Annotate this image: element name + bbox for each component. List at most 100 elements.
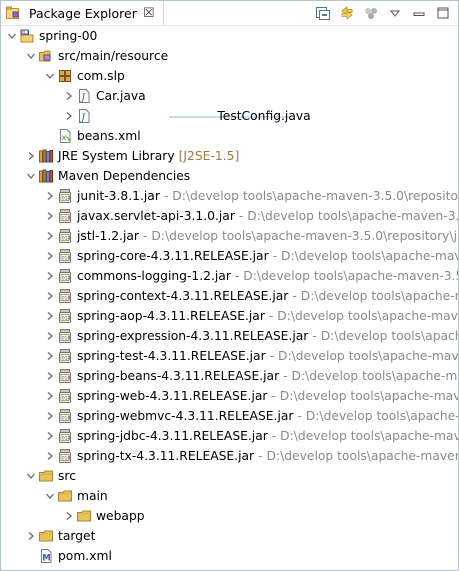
tree-item-decoration: - D:\develop tools\apache-mave: [271, 429, 459, 443]
expanded-chevron-icon[interactable]: [43, 486, 57, 506]
project-tree: M Jspring-00 src/main/resource com.slp J Car.…: [1, 26, 458, 570]
view-menu-icon[interactable]: [386, 4, 404, 22]
tree-item-label: spring-webmvc-4.3.11.RELEASE.jar: [77, 409, 294, 423]
maven-project-icon: MJ: [19, 28, 35, 44]
jar-icon: 010: [57, 388, 73, 404]
tree-item[interactable]: Mpom.xml: [1, 546, 458, 566]
tree-item[interactable]: 010 junit-3.8.1.jar - D:\develop tools\apa…: [1, 186, 458, 206]
tree-item[interactable]: J Car.java: [1, 86, 458, 106]
collapsed-chevron-icon[interactable]: [62, 506, 76, 526]
collapsed-chevron-icon[interactable]: [43, 226, 57, 246]
tree-item-label: spring-expression-4.3.11.RELEASE.jar: [77, 329, 309, 343]
tree-item-label: TestConfig.java: [217, 109, 311, 123]
tree-item-label: spring-00: [39, 29, 98, 43]
jar-icon: 010: [57, 428, 73, 444]
tree-item[interactable]: main: [1, 486, 458, 506]
collapsed-chevron-icon[interactable]: [43, 206, 57, 226]
tree-item[interactable]: 010 spring-aop-4.3.11.RELEASE.jar - D:\dev…: [1, 306, 458, 326]
tree-item[interactable]: 010 commons-logging-1.2.jar - D:\develop t…: [1, 266, 458, 286]
tree-item-decoration: - D:\develop tools\apache-m: [292, 289, 459, 303]
folder-icon: [38, 468, 54, 484]
collapsed-chevron-icon[interactable]: [62, 106, 76, 126]
tree-item[interactable]: 010 spring-core-4.3.11.RELEASE.jar - D:\de…: [1, 246, 458, 266]
tree-item-label: pom.xml: [58, 549, 112, 563]
tree-item-label: Maven Dependencies: [58, 169, 191, 183]
collapsed-chevron-icon[interactable]: [24, 526, 38, 546]
collapsed-chevron-icon[interactable]: [43, 246, 57, 266]
collapsed-chevron-icon[interactable]: [43, 306, 57, 326]
close-icon[interactable]: ☒: [143, 6, 155, 21]
jar-icon: 010: [57, 288, 73, 304]
tree-item-label: spring-tx-4.3.11.RELEASE.jar: [77, 449, 255, 463]
tree-item[interactable]: com.slp: [1, 66, 458, 86]
tree-item[interactable]: M J spring-00: [1, 26, 458, 46]
collapsed-chevron-icon[interactable]: [62, 86, 76, 106]
tree-item-label: spring-test-4.3.11.RELEASE.jar: [77, 349, 266, 363]
svg-text:010: 010: [62, 336, 71, 342]
tree-item[interactable]: JRE System Library [J2SE-1.5]: [1, 146, 458, 166]
jar-icon: 010: [57, 268, 73, 284]
tree-item[interactable]: 010 jstl-1.2.jar - D:\develop tools\apache…: [1, 226, 458, 246]
expanded-chevron-icon[interactable]: [24, 466, 38, 486]
tree-item[interactable]: 010 spring-test-4.3.11.RELEASE.jar - D:\de…: [1, 346, 458, 366]
tree-item[interactable]: Maven Dependencies: [1, 166, 458, 186]
svg-text:010: 010: [62, 216, 71, 222]
collapsed-chevron-icon[interactable]: [43, 346, 57, 366]
collapsed-chevron-icon[interactable]: [43, 426, 57, 446]
tree-item[interactable]: target: [1, 526, 458, 546]
tree-item[interactable]: 010 spring-context-4.3.11.RELEASE.jar - D:…: [1, 286, 458, 306]
collapsed-chevron-icon[interactable]: [43, 406, 57, 426]
expanded-chevron-icon[interactable]: [43, 66, 57, 86]
tree-item-label: target: [58, 529, 96, 543]
expanded-chevron-icon[interactable]: [24, 46, 38, 66]
tree-item-decoration: - D:\develop tools\apache-maven-3.5.0\re…: [142, 229, 459, 243]
collapsed-chevron-icon[interactable]: [24, 146, 38, 166]
tree-item[interactable]: 010 spring-tx-4.3.11.RELEASE.jar - D:\deve…: [1, 446, 458, 466]
link-with-editor-icon[interactable]: [338, 4, 356, 22]
collapsed-chevron-icon[interactable]: [43, 446, 57, 466]
svg-text:M: M: [42, 553, 50, 563]
tree-item-label: commons-logging-1.2.jar: [77, 269, 231, 283]
collapsed-chevron-icon[interactable]: [43, 366, 57, 386]
tree-item[interactable]: 010 spring-jdbc-4.3.11.RELEASE.jar - D:\de…: [1, 426, 458, 446]
tree-item[interactable]: src: [1, 466, 458, 486]
focus-icon[interactable]: [362, 4, 380, 22]
maximize-icon[interactable]: [434, 4, 452, 22]
svg-text:010: 010: [62, 376, 71, 382]
tree-item[interactable]: 010 spring-web-4.3.11.RELEASE.jar - D:\dev…: [1, 386, 458, 406]
minimize-icon[interactable]: [410, 4, 428, 22]
tree-item[interactable]: 010 javax.servlet-api-3.1.0.jar - D:\devel…: [1, 206, 458, 226]
tree-item[interactable]: src/main/resource: [1, 46, 458, 66]
tree-item-decoration: - D:\develop tools\apache-maven-3.5: [234, 269, 459, 283]
tree-item[interactable]: webapp: [1, 506, 458, 526]
tree-item[interactable]: 010 spring-expression-4.3.11.RELEASE.jar -…: [1, 326, 458, 346]
source-folder-icon: [38, 48, 54, 64]
view-toolbar: [314, 3, 452, 23]
collapsed-chevron-icon[interactable]: [43, 386, 57, 406]
jar-icon: 010: [57, 348, 73, 364]
tab-title: Package Explorer: [29, 5, 137, 21]
tree-item-label: spring-core-4.3.11.RELEASE.jar: [77, 249, 269, 263]
collapsed-chevron-icon[interactable]: [43, 186, 57, 206]
tree-item[interactable]: 010 spring-beans-4.3.11.RELEASE.jar - D:\d…: [1, 366, 458, 386]
java-file-icon: J: [76, 108, 92, 124]
tree-item-decoration: - D:\develop tools\apache-maven-: [258, 449, 459, 463]
expanded-chevron-icon[interactable]: [24, 166, 38, 186]
collapsed-chevron-icon[interactable]: [43, 266, 57, 286]
tree-item[interactable]: J TestConfig.java: [1, 106, 458, 126]
svg-text:010: 010: [62, 456, 71, 462]
tree-item-decoration: - D:\develop tools\apache-maven-: [268, 309, 459, 323]
collapse-all-icon[interactable]: [314, 4, 332, 22]
tree-item-decoration: - D:\develop tools\apache-maven-: [272, 249, 458, 263]
tree-item[interactable]: 010 spring-webmvc-4.3.11.RELEASE.jar - D:\…: [1, 406, 458, 426]
folder-icon: [57, 488, 73, 504]
tree-item-decoration: - D:\develop tools\apache-n: [297, 409, 459, 423]
expanded-chevron-icon[interactable]: [5, 26, 19, 46]
tab-package-explorer[interactable]: Package Explorer ☒: [1, 1, 164, 25]
collapsed-chevron-icon[interactable]: [43, 286, 57, 306]
tree-item[interactable]: x beans.xml: [1, 126, 458, 146]
collapsed-chevron-icon[interactable]: [43, 326, 57, 346]
view-titlebar: Package Explorer ☒: [1, 1, 458, 26]
tree-item-label: spring-web-4.3.11.RELEASE.jar: [77, 389, 268, 403]
